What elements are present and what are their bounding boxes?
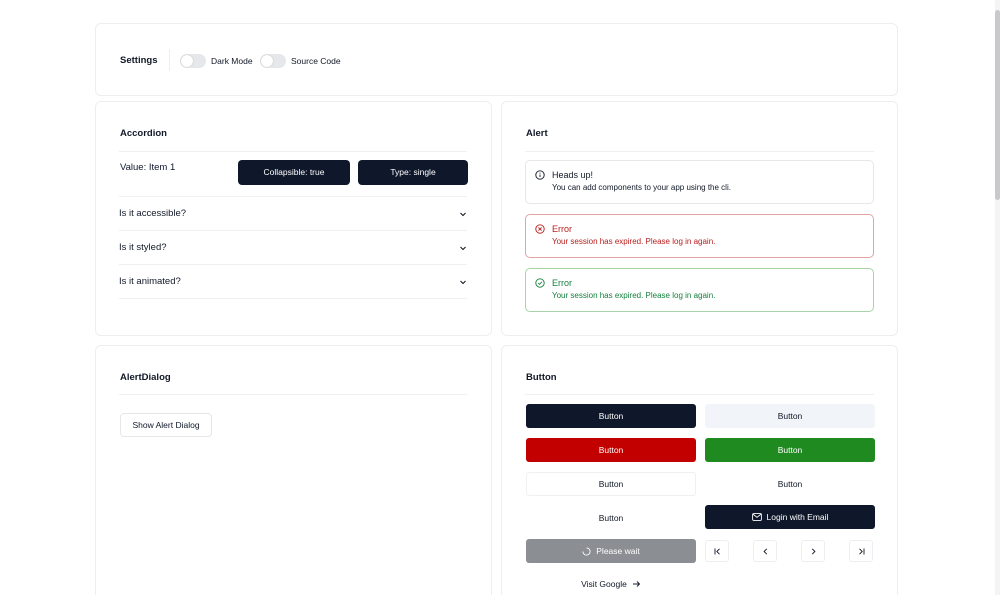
alert-heading: Error [552,278,572,288]
show-alert-dialog-button[interactable]: Show Alert Dialog [120,413,212,437]
alert-destructive: Error Your session has expired. Please l… [525,214,874,258]
source-code-label: Source Code [291,56,341,66]
destructive-button-label: Button [598,445,624,455]
button-divider [525,394,874,395]
source-code-toggle[interactable] [260,54,286,68]
alert-heading: Error [552,224,572,234]
alert-default: Heads up! You can add components to your… [525,160,874,204]
accordion-item[interactable]: Is it animated? [119,265,467,299]
success-button[interactable]: Button [705,438,875,462]
primary-button[interactable]: Button [526,404,696,428]
alert-card: Alert Heads up! You can add components t… [501,101,898,336]
chevron-down-icon [460,212,466,217]
settings-title: Settings [120,55,158,66]
alert-divider [525,151,874,152]
link-button[interactable]: Button [526,506,696,530]
dark-mode-label: Dark Mode [211,56,253,66]
accordion-card: Accordion Value: Item 1 Collapsible: tru… [95,101,492,336]
ghost-button[interactable]: Button [705,472,875,496]
settings-card: Settings Dark Mode Source Code [95,23,898,96]
alert-description: Your session has expired. Please log in … [552,291,716,300]
previous-page-button[interactable] [753,540,777,562]
primary-button-label: Button [598,411,624,421]
loading-button: Please wait [526,539,696,563]
accordion-value-text: Value: Item 1 [120,162,176,173]
loading-button-label: Please wait [596,546,640,556]
alert-dialog-divider [119,394,467,395]
destructive-button[interactable]: Button [526,438,696,462]
accordion-item[interactable]: Is it accessible? [119,197,467,231]
button-title: Button [526,372,557,383]
first-page-button[interactable] [705,540,729,562]
alert-description: Your session has expired. Please log in … [552,237,716,246]
outline-button[interactable]: Button [526,472,696,496]
visit-google-label: Visit Google [581,579,627,589]
success-button-label: Button [777,445,803,455]
last-page-button[interactable] [849,540,873,562]
page-scrollbar-thumb[interactable] [995,10,1000,200]
login-email-label: Login with Email [766,512,829,522]
chevron-down-icon [460,280,466,285]
arrow-right-icon [632,581,640,587]
collapsible-button[interactable]: Collapsible: true [238,160,350,185]
login-email-button[interactable]: Login with Email [705,505,875,529]
chevron-right-icon [811,547,816,555]
chevron-left-icon [762,547,767,555]
ghost-button-label: Button [777,479,803,489]
info-icon [535,170,545,180]
alert-description: You can add components to your app using… [552,183,731,192]
secondary-button-label: Button [777,411,803,421]
alert-dialog-card: AlertDialog Show Alert Dialog [95,345,492,595]
error-circle-icon [535,224,545,234]
secondary-button[interactable]: Button [705,404,875,428]
spinner-icon [582,546,591,556]
alert-success: Error Your session has expired. Please l… [525,268,874,312]
dark-mode-toggle[interactable] [180,54,206,68]
accordion-item-label: Is it styled? [119,242,167,253]
chevrons-first-icon [714,547,720,555]
check-circle-icon [535,278,545,288]
next-page-button[interactable] [801,540,825,562]
accordion-item-label: Is it accessible? [119,208,187,219]
link-button-label: Button [598,513,624,523]
alert-heading: Heads up! [552,170,594,180]
button-card: Button Button Button Button Button Butto… [501,345,898,595]
visit-google-link[interactable]: Visit Google [526,572,696,595]
accordion-title: Accordion [120,128,167,139]
outline-button-label: Button [598,479,624,489]
chevron-down-icon [460,246,466,251]
accordion-divider [119,151,467,152]
mail-icon [751,513,762,521]
type-button[interactable]: Type: single [358,160,468,185]
accordion-item-label: Is it animated? [119,276,181,287]
alert-title: Alert [526,128,548,139]
settings-separator [169,49,170,71]
alert-dialog-title: AlertDialog [120,372,171,383]
accordion-item[interactable]: Is it styled? [119,231,467,265]
chevrons-last-icon [858,547,864,555]
